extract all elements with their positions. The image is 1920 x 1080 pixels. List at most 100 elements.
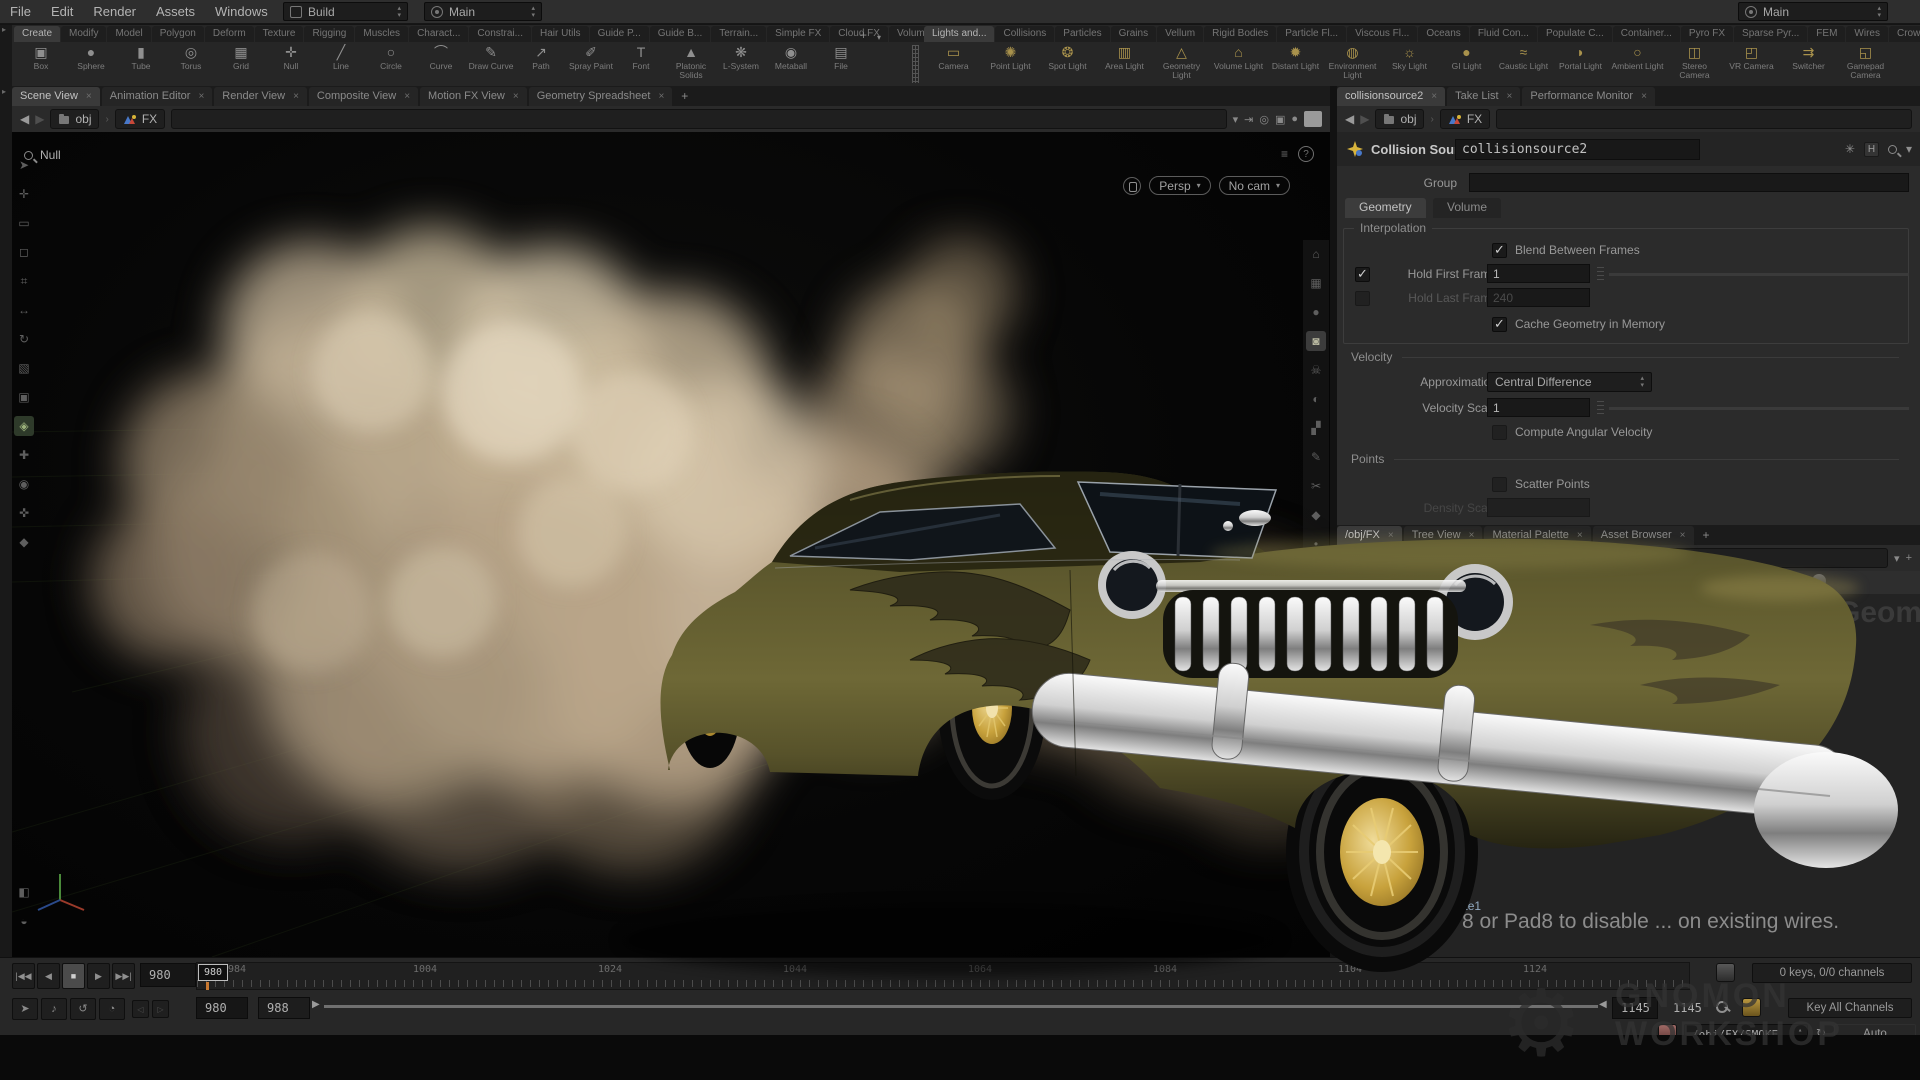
timeline-ruler[interactable]: 9841004102410441064108411041124 [196, 962, 1690, 990]
shelf-tab[interactable]: FEM [1808, 26, 1845, 42]
shelf-tool[interactable]: TFont [616, 43, 666, 85]
viewport-tool-icon[interactable]: ▭ [14, 213, 34, 233]
spinner-icon[interactable]: ▴▾ [531, 5, 535, 19]
shelf-tool[interactable]: ◰VR Camera [1723, 43, 1780, 85]
viewport-tool-icon[interactable]: ↻ [14, 329, 34, 349]
shelf-tool[interactable]: ◎Torus [166, 43, 216, 85]
chevron-down-icon[interactable]: ▾ [1906, 142, 1912, 156]
houdini-help-icon[interactable]: H [1864, 142, 1879, 157]
pane-tab[interactable]: Tree View× [1404, 526, 1483, 545]
viewport-tool-icon[interactable]: ↔ [14, 300, 34, 320]
shelf-tab[interactable]: Oceans [1418, 26, 1468, 42]
ladder-handle[interactable] [1597, 401, 1604, 416]
pane-tab[interactable]: Animation Editor× [102, 87, 213, 106]
hold-first-checkbox[interactable] [1355, 267, 1370, 282]
shelf-tab[interactable]: Constrai... [469, 26, 531, 42]
viewport-tool-icon[interactable]: ▧ [14, 358, 34, 378]
hold-last-field[interactable]: 240 [1487, 288, 1590, 307]
desktop-combo-right[interactable]: Main ▴▾ [1738, 2, 1888, 21]
viewport-display-icon[interactable]: ✓ [1306, 563, 1326, 583]
shelf-tool[interactable]: ✎Draw Curve [466, 43, 516, 85]
node-tree-icon[interactable] [1628, 574, 1642, 588]
shelf-tab[interactable]: Rigid Bodies [1204, 26, 1276, 42]
network-menu-item[interactable]: Edit [1397, 576, 1434, 590]
spinner-icon[interactable]: ▴▾ [397, 5, 401, 19]
shelf-tool[interactable]: ✹Distant Light [1267, 43, 1324, 85]
playbar-option-button[interactable]: ◔ [99, 998, 125, 1020]
node-flag[interactable] [1715, 610, 1720, 620]
group-field[interactable] [1469, 173, 1909, 192]
shelf-tool[interactable]: ▤File [816, 43, 866, 85]
shelf-tool[interactable]: ◫Stereo Camera [1666, 43, 1723, 85]
close-tab-icon[interactable]: × [293, 87, 299, 106]
shelf-tool[interactable]: ☼Sky Light [1381, 43, 1438, 85]
playback-start-field[interactable]: 988 [258, 997, 310, 1019]
shelf-tab[interactable]: Particles [1055, 26, 1109, 42]
network-menu-item[interactable]: Tools [1514, 576, 1558, 590]
shelf-tool[interactable]: ▣Box [16, 43, 66, 85]
close-tab-icon[interactable]: × [513, 87, 519, 106]
shelf-tab[interactable]: Populate C... [1538, 26, 1612, 42]
viewport-display-icon[interactable]: ● [1306, 302, 1326, 322]
path-input[interactable] [1496, 109, 1912, 129]
transport-button[interactable]: ■ [62, 963, 85, 989]
shelf-tool[interactable]: ⌒Curve [416, 43, 466, 85]
viewport-display-icon[interactable]: ☠ [1306, 360, 1326, 380]
pane-tab[interactable]: Geometry Spreadsheet× [529, 87, 673, 106]
path-input[interactable] [1496, 548, 1888, 568]
shelf-tool[interactable]: ◗Portal Light [1552, 43, 1609, 85]
shelf-tool[interactable]: ●Sphere [66, 43, 116, 85]
viewport-tool-icon[interactable]: ⌗ [14, 271, 34, 291]
add-shelf-icon[interactable]: + [854, 28, 873, 42]
notes-icon[interactable] [1720, 574, 1734, 588]
viewport-tool-icon[interactable]: ✚ [14, 445, 34, 465]
shelf-tool[interactable]: ≈Caustic Light [1495, 43, 1552, 85]
viewport-display-icon[interactable]: • [1306, 534, 1326, 554]
close-tab-icon[interactable]: × [1641, 87, 1647, 106]
cube-display-icon[interactable]: ▣ [1275, 113, 1285, 126]
shelf-tab[interactable]: Create [14, 26, 60, 42]
shelf-tool[interactable]: ▥Area Light [1096, 43, 1153, 85]
cache-checkbox[interactable] [1492, 317, 1507, 332]
shelf-tab[interactable]: Simple FX [767, 26, 829, 42]
back-icon[interactable]: ◀ [20, 112, 29, 126]
close-tab-icon[interactable]: × [198, 87, 204, 106]
velocity-scale-slider[interactable] [1609, 407, 1909, 410]
chevron-down-icon[interactable]: ▾ [873, 33, 885, 42]
splitter-arrow[interactable]: ▸ [2, 25, 6, 34]
path-fx-chip[interactable]: FX [1440, 109, 1490, 129]
viewport-tool-icon[interactable]: ◒ [14, 911, 34, 931]
close-tab-icon[interactable]: × [86, 87, 92, 106]
viewport-display-icon[interactable]: ◐ [1306, 389, 1326, 409]
shelf-tab[interactable]: Guide P... [590, 26, 649, 42]
blend-checkbox[interactable] [1492, 243, 1507, 258]
pane-tab[interactable]: Material Palette× [1484, 526, 1590, 545]
transport-button[interactable]: ▶ [87, 963, 110, 989]
viewport-tool-icon[interactable]: ◧ [14, 882, 34, 902]
shelf-tab[interactable]: Texture [255, 26, 304, 42]
tools-icon[interactable] [1605, 574, 1619, 588]
spinner-icon[interactable]: ▴▾ [1877, 5, 1881, 19]
forward-icon[interactable]: ▶ [1360, 551, 1369, 565]
pane-tab[interactable]: Composite View× [309, 87, 418, 106]
node-flag[interactable] [1355, 901, 1360, 911]
network-canvas[interactable]: Geometry Edition blast5 not 0-4 rt3 ert3… [1337, 594, 1920, 957]
close-tab-icon[interactable]: × [1577, 526, 1583, 545]
menu-item[interactable]: Edit [41, 0, 83, 24]
range-slider-right-handle[interactable]: ◀ [1599, 999, 1607, 1010]
close-tab-icon[interactable]: × [1469, 526, 1475, 545]
hold-first-slider[interactable] [1609, 273, 1909, 276]
search-icon[interactable] [1888, 145, 1897, 154]
pane-tab[interactable]: Take List× [1447, 87, 1520, 106]
node-name-field[interactable]: collisionsource2 [1455, 139, 1700, 160]
shelf-tab[interactable]: Sparse Pyr... [1734, 26, 1807, 42]
menu-item[interactable]: Windows [205, 0, 278, 24]
path-obj-chip[interactable]: obj [50, 109, 99, 129]
shelf-tab[interactable]: Muscles [355, 26, 408, 42]
path-input[interactable] [171, 109, 1226, 129]
pane-tab[interactable]: collisionsource2× [1337, 87, 1445, 106]
shelf-tool[interactable]: ✐Spray Paint [566, 43, 616, 85]
shelf-tool[interactable]: ◱Gamepad Camera [1837, 43, 1894, 85]
shelf-tool[interactable]: ○Ambient Light [1609, 43, 1666, 85]
help-icon[interactable]: ? [1298, 146, 1314, 162]
